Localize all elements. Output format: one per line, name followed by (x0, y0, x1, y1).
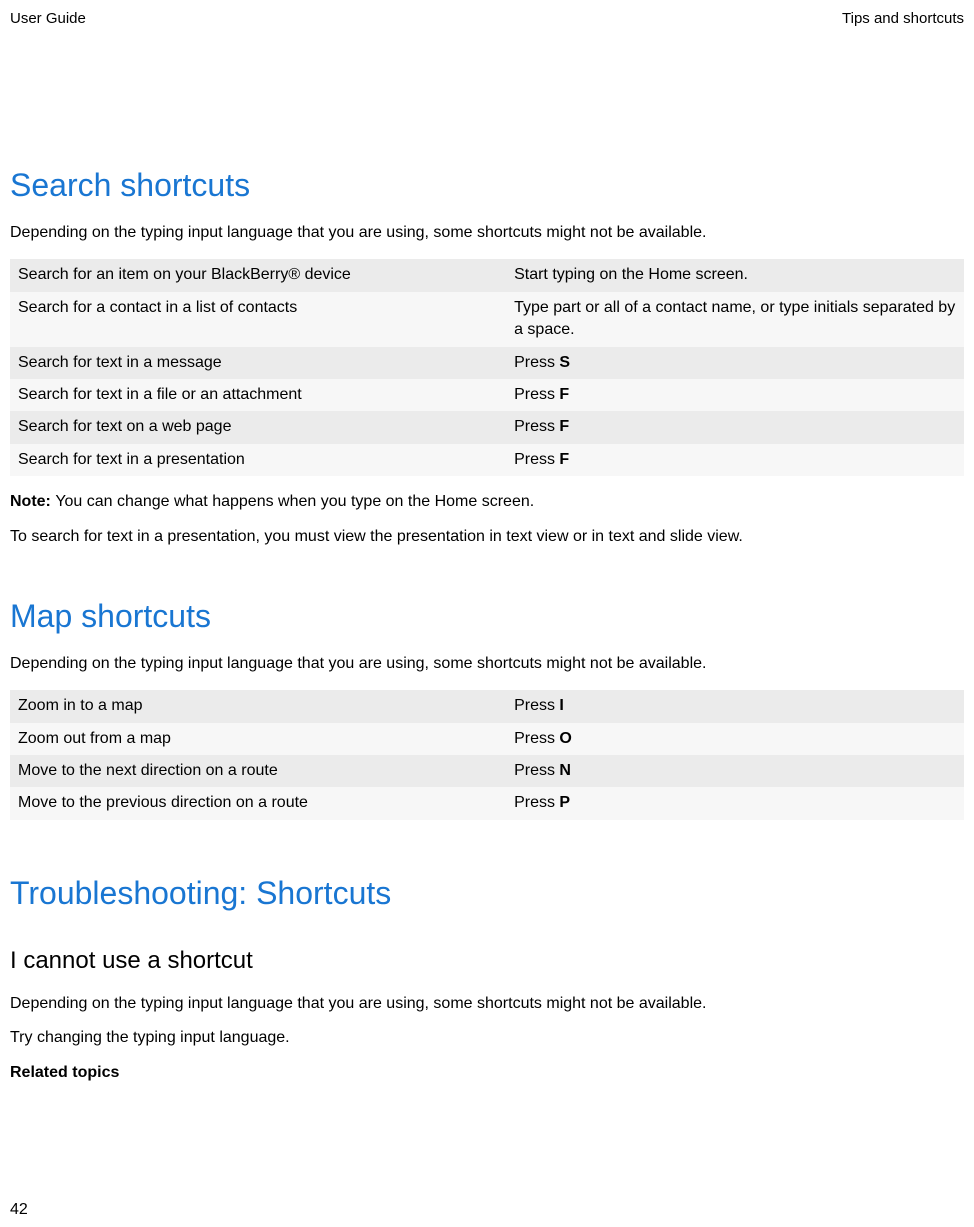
related-topics: Related topics (10, 1062, 964, 1084)
search-para2: To search for text in a presentation, yo… (10, 526, 964, 548)
search-shortcuts-table: Search for an item on your BlackBerry® d… (10, 259, 964, 476)
page-number: 42 (10, 1201, 28, 1219)
table-row: Search for text in a presentation Press … (10, 444, 964, 476)
key-cell: Press O (506, 723, 964, 755)
key-cell: Press F (506, 411, 964, 443)
key-cell: Press F (506, 379, 964, 411)
cannot-use-shortcut-heading: I cannot use a shortcut (10, 947, 964, 975)
action-cell: Zoom in to a map (10, 690, 506, 722)
page-header: User Guide Tips and shortcuts (0, 0, 974, 27)
table-row: Search for a contact in a list of contac… (10, 292, 964, 347)
key-cell: Press I (506, 690, 964, 722)
map-shortcuts-heading: Map shortcuts (10, 598, 964, 635)
table-row: Move to the next direction on a route Pr… (10, 755, 964, 787)
key-cell: Start typing on the Home screen. (506, 259, 964, 291)
action-cell: Move to the next direction on a route (10, 755, 506, 787)
action-cell: Move to the previous direction on a rout… (10, 787, 506, 819)
table-row: Search for text on a web page Press F (10, 411, 964, 443)
key-cell: Press S (506, 347, 964, 379)
search-note: Note: You can change what happens when y… (10, 491, 964, 513)
troubleshoot-para1: Depending on the typing input language t… (10, 993, 964, 1015)
header-right: Tips and shortcuts (842, 10, 964, 27)
key-cell: Press F (506, 444, 964, 476)
header-left: User Guide (10, 10, 86, 27)
table-row: Move to the previous direction on a rout… (10, 787, 964, 819)
troubleshoot-para2: Try changing the typing input language. (10, 1027, 964, 1049)
key-cell: Type part or all of a contact name, or t… (506, 292, 964, 347)
action-cell: Search for a contact in a list of contac… (10, 292, 506, 347)
table-row: Zoom out from a map Press O (10, 723, 964, 755)
action-cell: Search for text in a message (10, 347, 506, 379)
action-cell: Search for an item on your BlackBerry® d… (10, 259, 506, 291)
table-row: Search for text in a file or an attachme… (10, 379, 964, 411)
search-shortcuts-heading: Search shortcuts (10, 167, 964, 204)
table-row: Zoom in to a map Press I (10, 690, 964, 722)
map-intro: Depending on the typing input language t… (10, 653, 964, 675)
action-cell: Search for text on a web page (10, 411, 506, 443)
action-cell: Search for text in a file or an attachme… (10, 379, 506, 411)
action-cell: Zoom out from a map (10, 723, 506, 755)
table-row: Search for an item on your BlackBerry® d… (10, 259, 964, 291)
table-row: Search for text in a message Press S (10, 347, 964, 379)
map-shortcuts-table: Zoom in to a map Press I Zoom out from a… (10, 690, 964, 820)
key-cell: Press P (506, 787, 964, 819)
action-cell: Search for text in a presentation (10, 444, 506, 476)
troubleshooting-heading: Troubleshooting: Shortcuts (10, 875, 964, 912)
key-cell: Press N (506, 755, 964, 787)
search-intro: Depending on the typing input language t… (10, 222, 964, 244)
content-area: Search shortcuts Depending on the typing… (0, 167, 974, 1084)
